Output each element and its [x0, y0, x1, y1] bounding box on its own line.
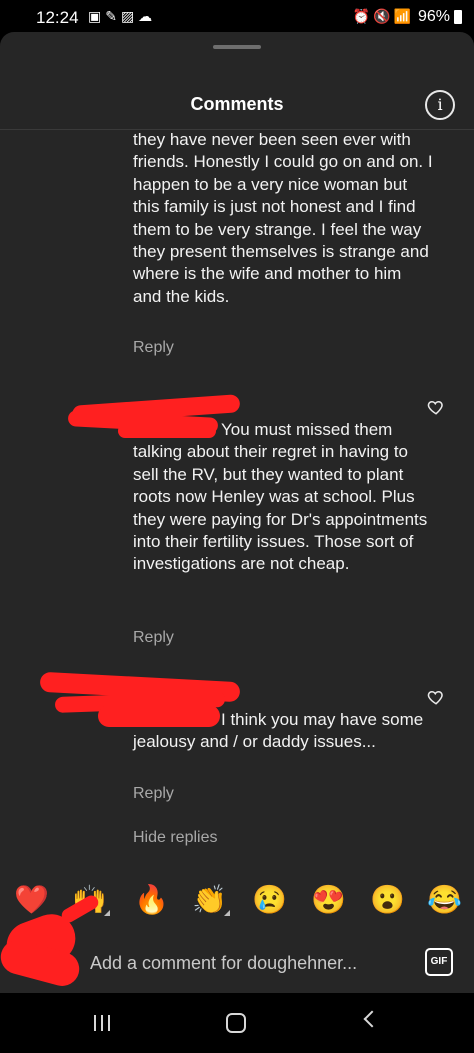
reply-button[interactable]: Reply	[133, 339, 174, 357]
gif-button[interactable]: GIF	[425, 948, 453, 976]
clapping-reaction[interactable]: 👏	[192, 880, 227, 920]
info-icon[interactable]: i	[425, 90, 455, 120]
surprised-reaction[interactable]: 😮	[370, 880, 405, 920]
heart-reaction[interactable]: ❤️	[14, 880, 49, 920]
comment-text: You must missed them talking about their…	[133, 420, 428, 574]
battery-icon	[454, 10, 462, 24]
crying-reaction[interactable]: 😢	[252, 880, 287, 920]
recents-icon[interactable]	[92, 1015, 112, 1031]
home-icon[interactable]	[226, 1013, 246, 1033]
status-time: 12:24	[36, 8, 79, 27]
heart-icon[interactable]	[427, 688, 445, 706]
system-nav-bar	[0, 993, 474, 1053]
comment-input[interactable]: Add a comment for doughehner...	[90, 953, 357, 974]
variant-indicator	[104, 910, 110, 916]
comment-text: they have never been seen ever with frie…	[133, 130, 433, 306]
laughing-reaction[interactable]: 😂	[427, 880, 462, 920]
comment-text: I think you may have some jealousy and /…	[133, 710, 424, 752]
drag-handle[interactable]	[213, 45, 261, 49]
status-bar: 12:24 ▣✎▨☁ ⏰🔇📶 96%	[0, 0, 474, 34]
variant-indicator	[224, 910, 230, 916]
signal-icons: ⏰🔇📶	[352, 8, 414, 24]
heart-icon[interactable]	[427, 398, 445, 416]
comments-sheet: Comments i they have never been seen eve…	[0, 32, 474, 993]
heart-eyes-reaction[interactable]: 😍	[311, 880, 346, 920]
notification-icons: ▣✎▨☁	[88, 8, 157, 24]
reply-button[interactable]: Reply	[133, 785, 174, 803]
page-title: Comments	[190, 94, 284, 114]
hide-replies-button[interactable]: Hide replies	[133, 829, 217, 847]
battery-percent: 96%	[417, 8, 450, 25]
back-icon[interactable]	[363, 1010, 381, 1028]
fire-reaction[interactable]: 🔥	[134, 880, 169, 920]
reply-button[interactable]: Reply	[133, 629, 174, 647]
